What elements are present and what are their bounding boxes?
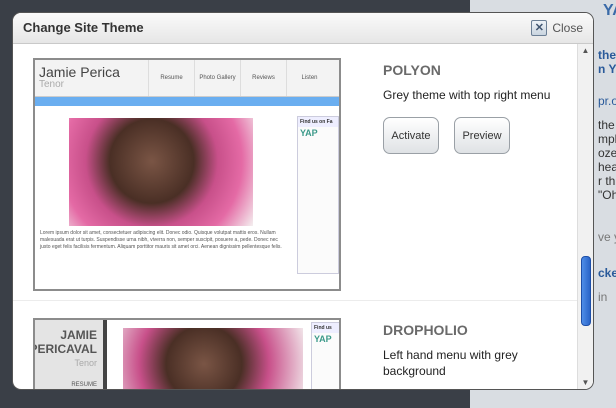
preview-nav-item: Photo Gallery xyxy=(194,60,240,96)
preview-sidebar: Find us on Fa YAP xyxy=(297,116,339,274)
bg-text: ve yo xyxy=(598,230,616,244)
theme-name: DROPHOLIO xyxy=(383,322,468,338)
preview-sidebar-brand: YAP xyxy=(300,128,318,138)
scrollbar-thumb[interactable] xyxy=(581,256,591,326)
preview-site-name-line2: PERICAVAL xyxy=(33,342,97,356)
theme-list: Jamie Perica Tenor Resume Photo Gallery … xyxy=(13,44,578,389)
scroll-down-arrow-icon[interactable]: ▼ xyxy=(578,376,593,389)
preview-nav-item: Reviews xyxy=(240,60,286,96)
theme-description: Left hand menu with grey background xyxy=(383,348,518,378)
preview-accent-bar xyxy=(35,97,339,106)
change-theme-dialog: Change Site Theme ✕ Close Jamie Perica T… xyxy=(13,13,593,389)
bg-text: YAP xyxy=(603,2,616,19)
bg-text: the C xyxy=(598,48,616,62)
preview-sidebar-title: Find us on Fa xyxy=(298,117,338,127)
bg-text: oze xyxy=(598,146,616,160)
bg-text: n Yo xyxy=(598,62,616,76)
close-button[interactable]: ✕ Close xyxy=(531,19,583,37)
close-icon[interactable]: ✕ xyxy=(531,20,548,36)
close-label[interactable]: Close xyxy=(552,21,583,35)
preview-header: Jamie Perica Tenor Resume Photo Gallery … xyxy=(35,60,339,97)
theme-actions: Activate Preview xyxy=(383,117,573,154)
theme-info: POLYON Grey theme with top right menu Ac… xyxy=(383,58,573,154)
dialog-title: Change Site Theme xyxy=(23,20,144,35)
preview-menu-item: RESUME xyxy=(71,382,97,388)
bg-text: "Oh xyxy=(598,188,616,202)
scroll-up-arrow-icon[interactable]: ▲ xyxy=(578,44,593,57)
preview-site-subtitle: Tenor xyxy=(39,79,65,90)
preview-nav: Resume Photo Gallery Reviews Listen xyxy=(148,60,332,96)
scrollbar[interactable]: ▲ ▼ xyxy=(577,44,593,389)
preview-photo xyxy=(123,328,303,389)
theme-preview-dropholio: JAMIE PERICAVAL Tenor RESUME Find us YAP xyxy=(33,318,341,389)
preview-site-subtitle: Tenor xyxy=(74,358,97,368)
preview-photo xyxy=(69,118,253,226)
preview-nav-item: Listen xyxy=(286,60,332,96)
bg-text: ckers xyxy=(598,266,616,280)
bg-text: hea xyxy=(598,160,616,174)
preview-sidebar: Find us YAP xyxy=(311,322,339,389)
bg-text: the n xyxy=(598,118,616,132)
theme-preview-polyon: Jamie Perica Tenor Resume Photo Gallery … xyxy=(33,58,341,291)
preview-left-menu: JAMIE PERICAVAL Tenor RESUME xyxy=(35,320,107,389)
divider xyxy=(13,300,578,301)
preview-sidebar-brand: YAP xyxy=(314,334,332,344)
bg-text: pr.o xyxy=(598,94,616,108)
preview-site-name-line1: JAMIE xyxy=(60,328,97,342)
theme-name: POLYON xyxy=(383,62,441,78)
dialog-titlebar: Change Site Theme ✕ Close xyxy=(13,13,593,44)
theme-description: Grey theme with top right menu xyxy=(383,88,551,102)
preview-nav-item: Resume xyxy=(148,60,194,96)
theme-info: DROPHOLIO Left hand menu with grey backg… xyxy=(383,318,573,379)
preview-button[interactable]: Preview xyxy=(454,117,510,154)
preview-sidebar-title: Find us xyxy=(312,323,339,333)
preview-site-name: Jamie Perica xyxy=(39,64,120,80)
bg-text: mply xyxy=(598,132,616,146)
activate-button[interactable]: Activate xyxy=(383,117,439,154)
preview-site-name: JAMIE PERICAVAL xyxy=(33,328,97,356)
bg-text: r th xyxy=(598,174,616,188)
preview-body-text: Lorem ipsum dolor sit amet, consectetuer… xyxy=(40,230,282,250)
bg-text: in xyxy=(598,290,608,304)
